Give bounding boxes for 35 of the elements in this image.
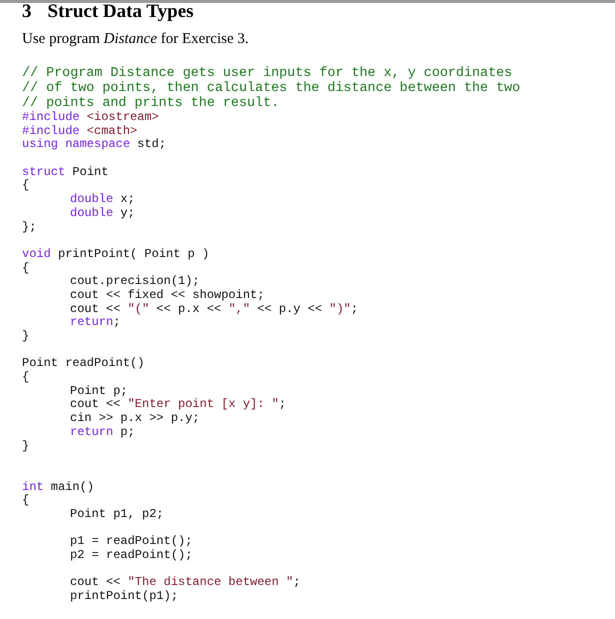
section-number: 3: [22, 3, 32, 21]
code-line: {: [22, 371, 30, 385]
code-line: return p;: [69, 426, 135, 440]
code-line: cout << "The distance between ";: [69, 576, 300, 590]
code-line: double x;: [69, 193, 135, 207]
code-line: Point p1, p2;: [69, 508, 164, 522]
code-line: cout.precision(1);: [69, 275, 200, 289]
section-title: Struct Data Types: [48, 3, 194, 21]
code-line: printPoint(p1);: [69, 590, 178, 604]
code-line: return;: [69, 316, 120, 330]
code-comment: // Program Distance gets user inputs for the x, y coordinates: [22, 66, 512, 81]
code-line: p1 = readPoint();: [69, 535, 192, 549]
code-line: cin >> p.x >> p.y;: [69, 412, 200, 426]
code-line: using namespace std;: [22, 138, 166, 152]
code-line: struct Point: [22, 166, 108, 179]
code-comment: // points and prints the result.: [22, 96, 280, 111]
code-line: {: [22, 179, 30, 194]
code-line: #include <iostream>: [22, 111, 159, 125]
code-line: {: [22, 262, 30, 276]
code-line: }: [22, 330, 30, 344]
code-line: cout << "(" << p.x << "," << p.y << ")";: [69, 302, 358, 316]
code-line: cout << fixed << showpoint;: [69, 288, 264, 303]
code-line: Point readPoint(): [22, 357, 144, 371]
code-comment: // of two points, then calculates the distance between the two: [22, 81, 520, 96]
code-line: p2 = readPoint();: [69, 549, 192, 563]
instruction-text: Use program Distance for Exercise 3.: [22, 30, 250, 48]
code-line: int main(): [22, 480, 94, 494]
code-line: double y;: [69, 206, 135, 220]
code-line: };: [22, 220, 36, 234]
code-line: Point p;: [69, 384, 128, 398]
code-line: }: [22, 440, 30, 454]
code-line: {: [22, 494, 30, 508]
code-line: cout << "Enter point [x y]: ";: [69, 398, 286, 412]
code-line: #include <cmath>: [22, 124, 138, 138]
code-line: void printPoint( Point p ): [22, 248, 210, 262]
